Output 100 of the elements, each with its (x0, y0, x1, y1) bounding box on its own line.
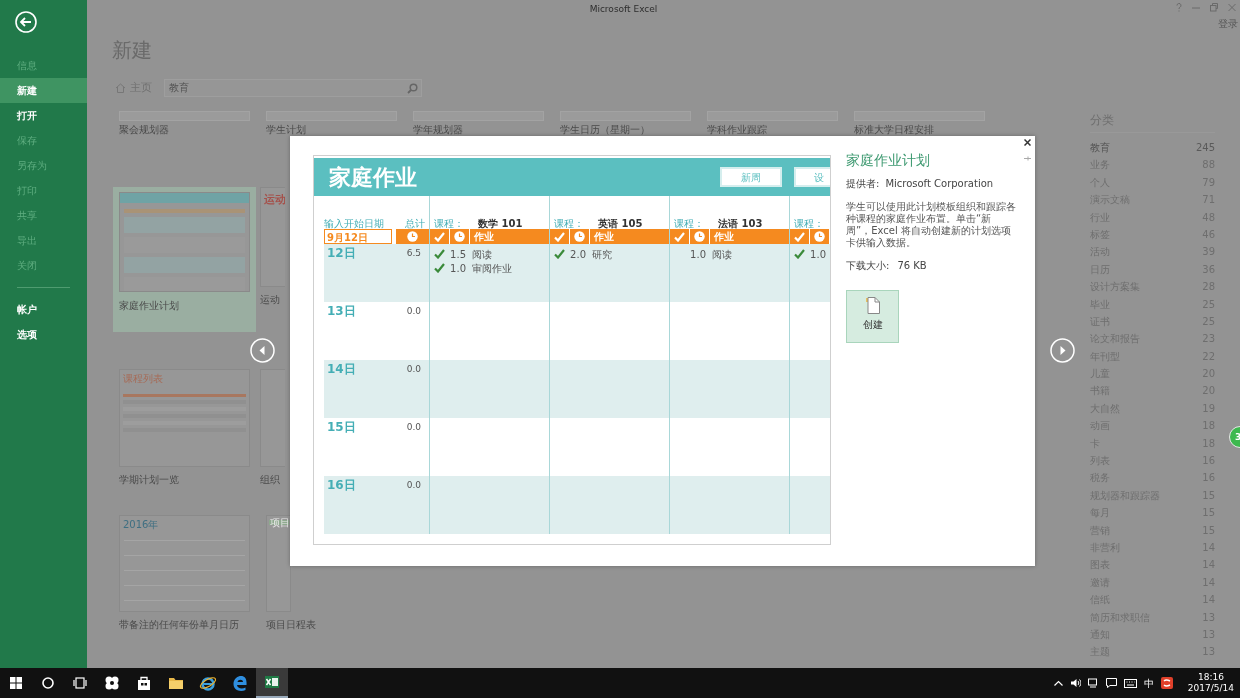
flower-icon (103, 674, 121, 692)
day-label: 12日 (326, 245, 356, 260)
thumbnail-title: 项目 (270, 516, 290, 530)
search-icon (39, 674, 57, 692)
column-header: 总计 (405, 218, 425, 229)
network-icon[interactable] (1087, 678, 1099, 688)
thumbnail-title: 运动 (264, 192, 285, 208)
hours-value: 2.0 (570, 248, 586, 260)
course-name: 法语 103 (718, 218, 763, 229)
column-header: 作业 (593, 230, 614, 244)
template-thumbnail[interactable]: 课程列表 (119, 369, 250, 467)
column-header: 作业 (473, 230, 494, 244)
column-header: 作业 (713, 230, 734, 244)
close-button[interactable] (1024, 139, 1031, 146)
template-name[interactable]: 标准大学日程安排 (854, 122, 985, 137)
template-name[interactable]: 学年规划器 (413, 122, 544, 137)
sidebar-item[interactable]: 选项 (0, 322, 87, 347)
template-name[interactable]: 学科作业跟踪 (707, 122, 838, 137)
template-thumbnail[interactable]: 2016年 (119, 515, 250, 612)
message-icon[interactable] (1105, 678, 1117, 688)
template-name[interactable]: 学生计划 (266, 122, 397, 137)
task-name: 阅读 (712, 247, 732, 262)
taskbar-button[interactable] (256, 668, 288, 698)
check-icon (554, 249, 565, 259)
day-total: 0.0 (406, 480, 421, 490)
course-name: 英语 105 (598, 218, 643, 229)
category-link[interactable]: 教育 (1090, 139, 1110, 157)
sidebar-item[interactable]: 新建 (0, 78, 87, 103)
template-thumbnail[interactable]: 项目 (266, 515, 291, 612)
hours-value: 1.0 (690, 248, 706, 260)
day-label: 15日 (326, 419, 356, 434)
thumbnail-title: 2016年 (123, 518, 159, 532)
close-icon (1024, 139, 1031, 146)
check-icon (794, 249, 805, 259)
template-name[interactable]: 运动 (260, 292, 285, 307)
course-label: 课程： (794, 218, 824, 229)
chevron-up-icon[interactable] (1053, 680, 1063, 686)
template-thumbnail[interactable]: 运动 (260, 187, 285, 287)
date-input[interactable]: 9月12日 (324, 229, 392, 244)
template-name[interactable]: 项目日程表 (266, 617, 397, 632)
sidebar-item[interactable]: 帐户 (0, 297, 87, 322)
hours-value: 1.5 (450, 248, 466, 260)
day-total: 0.0 (406, 306, 421, 316)
provider-link[interactable]: Microsoft Corporation (885, 178, 994, 189)
app-icon[interactable] (1160, 677, 1173, 689)
day-label: 14日 (326, 361, 356, 376)
template-name[interactable]: 聚会规划器 (119, 122, 250, 137)
template-name[interactable]: 组织 (260, 472, 285, 487)
check-icon (554, 231, 565, 242)
course-name: 数学 101 (478, 218, 523, 229)
keyboard-icon[interactable] (1123, 678, 1137, 688)
day-label: 16日 (326, 477, 356, 492)
template-name[interactable]: 家庭作业计划 (119, 298, 250, 313)
spreadsheet-icon (263, 673, 281, 691)
course-label: 课程： (434, 218, 464, 229)
template-item[interactable]: 家庭作业计划 (113, 187, 256, 332)
day-total: 6.5 (406, 248, 421, 258)
check-icon (434, 231, 445, 242)
clock-time[interactable]: 18:16 (1187, 672, 1234, 683)
template-thumbnail[interactable] (119, 192, 250, 292)
search-field[interactable]: 教育 (164, 79, 422, 97)
input-method-indicator[interactable]: 中 (1143, 675, 1154, 691)
windows-icon (7, 674, 25, 692)
task-name: 研究 (592, 247, 612, 262)
column-header: 输入开始日期 (324, 218, 384, 229)
window-title: Microsoft Excel (589, 3, 658, 16)
task-view-icon (71, 674, 89, 692)
day-total: 0.0 (406, 422, 421, 432)
shopping-bag-icon (135, 674, 153, 692)
next-button[interactable] (1050, 338, 1075, 363)
day-total: 0.0 (406, 364, 421, 374)
preview-title: 家庭作业 (329, 163, 417, 192)
task-name: 审阅作业 (472, 261, 512, 276)
check-icon (794, 231, 805, 242)
browser-icon (231, 674, 249, 692)
check-icon (434, 249, 445, 259)
task-name: 阅读 (472, 247, 492, 262)
check-icon (674, 231, 685, 242)
clock-date[interactable]: 2017/5/14 (1187, 683, 1234, 694)
sidebar-item[interactable]: 打开 (0, 103, 87, 128)
hours-value: 1.0 (810, 248, 826, 260)
course-label: 课程： (554, 218, 584, 229)
preview-button[interactable]: 设 (794, 167, 830, 187)
download-size: 76 KB (897, 259, 927, 273)
hours-value: 1.0 (450, 262, 466, 274)
provider-label: 提供者: (846, 178, 880, 189)
back-icon[interactable] (15, 11, 37, 33)
template-description: 学生可以使用此计划模板组织和跟踪各种课程的家庭作业布置。单击“新周”，Excel 将自动创建新的计划选项卡供输入数据。 (846, 201, 1016, 249)
thumbnail-title: 课程列表 (123, 372, 163, 386)
category-count: 245 (1195, 141, 1215, 155)
create-button[interactable]: 创建 (846, 290, 899, 343)
previous-button[interactable] (250, 338, 275, 363)
speaker-icon[interactable] (1069, 678, 1081, 688)
globe-icon (199, 674, 217, 692)
download-size-label: 下载大小: (846, 259, 890, 273)
notification-badge[interactable]: 3 (1229, 426, 1240, 448)
course-label: 课程： (674, 218, 704, 229)
preview-button[interactable]: 新周 (720, 167, 782, 187)
check-icon (434, 263, 445, 273)
document-icon (865, 297, 880, 314)
